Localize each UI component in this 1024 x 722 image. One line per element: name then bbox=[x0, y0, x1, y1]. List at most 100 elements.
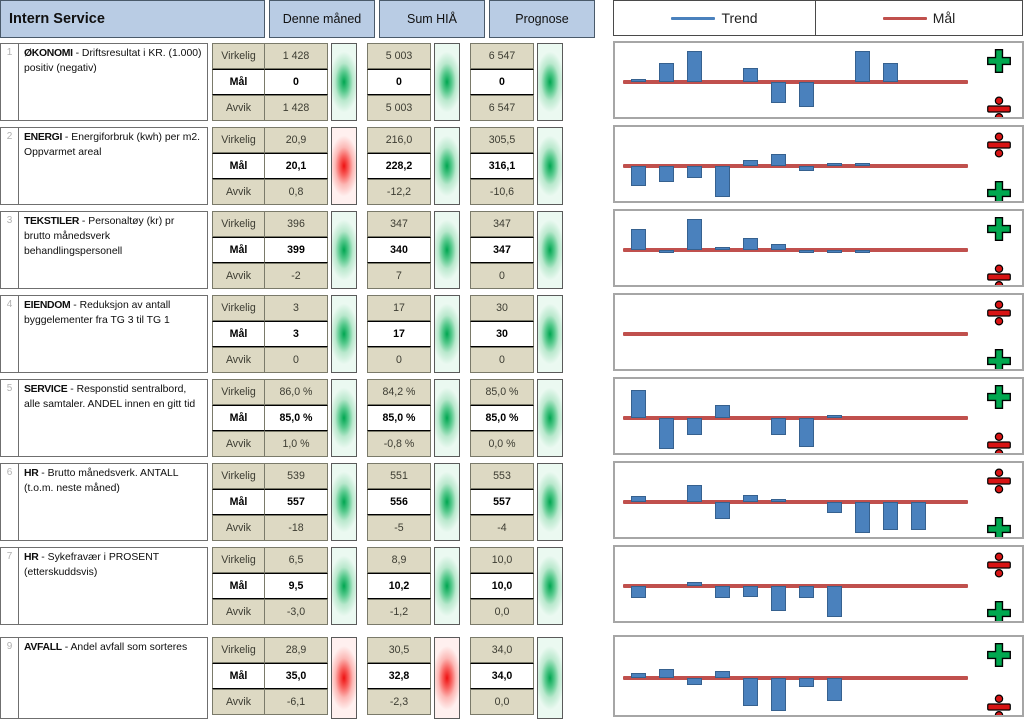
value-forecast-actual: 85,0 % bbox=[470, 379, 534, 405]
measure-block-month: Virkelig Mål Avvik 28,9 35,0 -6,1 bbox=[212, 637, 357, 719]
measure-block-month: Virkelig Mål Avvik 6,5 9,5 -3,0 bbox=[212, 547, 357, 625]
kpi-name: HR bbox=[24, 468, 39, 479]
measure-label-deviation: Avvik bbox=[212, 347, 264, 373]
value-ytd-target: 340 bbox=[367, 237, 431, 263]
target-baseline bbox=[623, 164, 968, 168]
value-column-forecast: 305,5 316,1 -10,6 bbox=[470, 127, 534, 205]
trend-bar bbox=[715, 166, 730, 198]
trend-bar bbox=[743, 159, 758, 166]
trend-bar bbox=[715, 670, 730, 678]
trend-chart bbox=[613, 461, 1024, 539]
divide-red-icon bbox=[986, 96, 1012, 117]
value-column-month: 539 557 -18 bbox=[264, 463, 328, 541]
measure-label-target: Mål bbox=[212, 153, 264, 179]
value-column-forecast: 85,0 % 85,0 % 0,0 % bbox=[470, 379, 534, 457]
row-index: 5 bbox=[0, 379, 18, 457]
trend-bar bbox=[771, 82, 786, 104]
status-indicator-forecast bbox=[537, 295, 563, 373]
table-row[interactable]: 4 EIENDOM - Reduksjon av antall byggeleme… bbox=[0, 295, 610, 373]
status-indicator-forecast bbox=[537, 43, 563, 121]
table-row[interactable]: 9 AVFALL - Andel avfall som sorteres Virke… bbox=[0, 637, 610, 719]
trend-bar bbox=[771, 153, 786, 166]
measure-block-ytd: 84,2 % 85,0 % -0,8 % bbox=[367, 379, 460, 457]
value-column-forecast: 30 30 0 bbox=[470, 295, 534, 373]
value-ytd-target: 32,8 bbox=[367, 663, 431, 689]
measure-label-target: Mål bbox=[212, 69, 264, 95]
status-indicator-ytd bbox=[434, 127, 460, 205]
column-header-month: Denne måned bbox=[269, 0, 375, 38]
measure-block-forecast: 347 347 0 bbox=[470, 211, 563, 289]
row-index: 9 bbox=[0, 637, 18, 719]
value-ytd-actual: 84,2 % bbox=[367, 379, 431, 405]
kpi-description: HR - Brutto månedsverk. ANTALL (t.o.m. n… bbox=[18, 463, 208, 541]
value-ytd-target: 85,0 % bbox=[367, 405, 431, 431]
trend-bar bbox=[631, 673, 646, 678]
status-indicator-month bbox=[331, 379, 357, 457]
kpi-name: ØKONOMI bbox=[24, 48, 73, 59]
value-forecast-deviation: -10,6 bbox=[470, 179, 534, 205]
status-icon-group bbox=[981, 637, 1017, 715]
chart-plot-area bbox=[623, 463, 968, 537]
status-indicator-forecast bbox=[537, 379, 563, 457]
value-column-month: 330 bbox=[264, 295, 328, 373]
trend-bar bbox=[827, 678, 842, 702]
measure-label-actual: Virkelig bbox=[212, 379, 264, 405]
trend-bar bbox=[743, 68, 758, 82]
kpi-description-text: - Brutto månedsverk. ANTALL (t.o.m. nest… bbox=[24, 468, 179, 494]
status-indicator-month bbox=[331, 547, 357, 625]
trend-bar bbox=[911, 502, 926, 531]
status-icon-group bbox=[981, 43, 1017, 117]
measure-block-month: Virkelig Mål Avvik 86,0 % 85,0 % 1,0 % bbox=[212, 379, 357, 457]
plus-green-icon bbox=[986, 348, 1012, 369]
status-indicator-month bbox=[331, 637, 357, 719]
table-row[interactable]: 5 SERVICE - Responstid sentralbord, alle … bbox=[0, 379, 610, 457]
measure-label-deviation: Avvik bbox=[212, 431, 264, 457]
trend-bar bbox=[687, 581, 702, 586]
trend-chart bbox=[613, 125, 1024, 203]
table-row[interactable]: 6 HR - Brutto månedsverk. ANTALL (t.o.m. … bbox=[0, 463, 610, 541]
target-baseline bbox=[623, 248, 968, 252]
value-column-month: 28,9 35,0 -6,1 bbox=[264, 637, 328, 719]
table-header-row: Intern Service Denne måned Sum HIÅ Progn… bbox=[0, 0, 610, 38]
measure-block-forecast: 30 30 0 bbox=[470, 295, 563, 373]
value-forecast-target: 10,0 bbox=[470, 573, 534, 599]
value-ytd-deviation: -1,2 bbox=[367, 599, 431, 625]
value-column-forecast: 6 547 0 6 547 bbox=[470, 43, 534, 121]
status-indicator-month bbox=[331, 295, 357, 373]
value-forecast-target: 30 bbox=[470, 321, 534, 347]
measure-block-month: Virkelig Mål Avvik 20,9 20,1 0,8 bbox=[212, 127, 357, 205]
table-row[interactable]: 7 HR - Sykefravær i PROSENT (etterskuddsv… bbox=[0, 547, 610, 625]
trend-bar bbox=[659, 418, 674, 450]
measure-block-ytd: 347 340 7 bbox=[367, 211, 460, 289]
measure-label-deviation: Avvik bbox=[212, 599, 264, 625]
trend-chart bbox=[613, 377, 1024, 455]
status-indicator-ytd bbox=[434, 637, 460, 719]
kpi-description: SERVICE - Responstid sentralbord, alle s… bbox=[18, 379, 208, 457]
plus-green-icon bbox=[986, 48, 1012, 74]
value-ytd-target: 10,2 bbox=[367, 573, 431, 599]
chart-plot-area bbox=[623, 295, 968, 369]
value-month-deviation: 1 428 bbox=[264, 95, 328, 121]
value-column-forecast: 10,0 10,0 0,0 bbox=[470, 547, 534, 625]
table-row[interactable]: 3 TEKSTILER - Personaltøy (kr) pr brutto … bbox=[0, 211, 610, 289]
trend-bar bbox=[827, 502, 842, 514]
trend-bar bbox=[827, 250, 842, 253]
trend-bar bbox=[687, 218, 702, 250]
status-indicator-month bbox=[331, 211, 357, 289]
measure-block-forecast: 305,5 316,1 -10,6 bbox=[470, 127, 563, 205]
divide-red-icon bbox=[986, 132, 1012, 158]
value-ytd-deviation: -0,8 % bbox=[367, 431, 431, 457]
trend-bar bbox=[631, 79, 646, 82]
value-month-target: 0 bbox=[264, 69, 328, 95]
chart-plot-area bbox=[623, 127, 968, 201]
measure-label-target: Mål bbox=[212, 405, 264, 431]
table-row[interactable]: 2 ENERGI - Energiforbruk (kwh) per m2. Op… bbox=[0, 127, 610, 205]
measure-label-target: Mål bbox=[212, 321, 264, 347]
trend-bar bbox=[827, 415, 842, 418]
value-forecast-actual: 10,0 bbox=[470, 547, 534, 573]
kpi-description: ENERGI - Energiforbruk (kwh) per m2. Opp… bbox=[18, 127, 208, 205]
table-row[interactable]: 1 ØKONOMI - Driftsresultat i KR. (1.000) … bbox=[0, 43, 610, 121]
trend-bar bbox=[659, 250, 674, 253]
trend-bar bbox=[799, 418, 814, 448]
kpi-description: HR - Sykefravær i PROSENT (etterskuddsvi… bbox=[18, 547, 208, 625]
